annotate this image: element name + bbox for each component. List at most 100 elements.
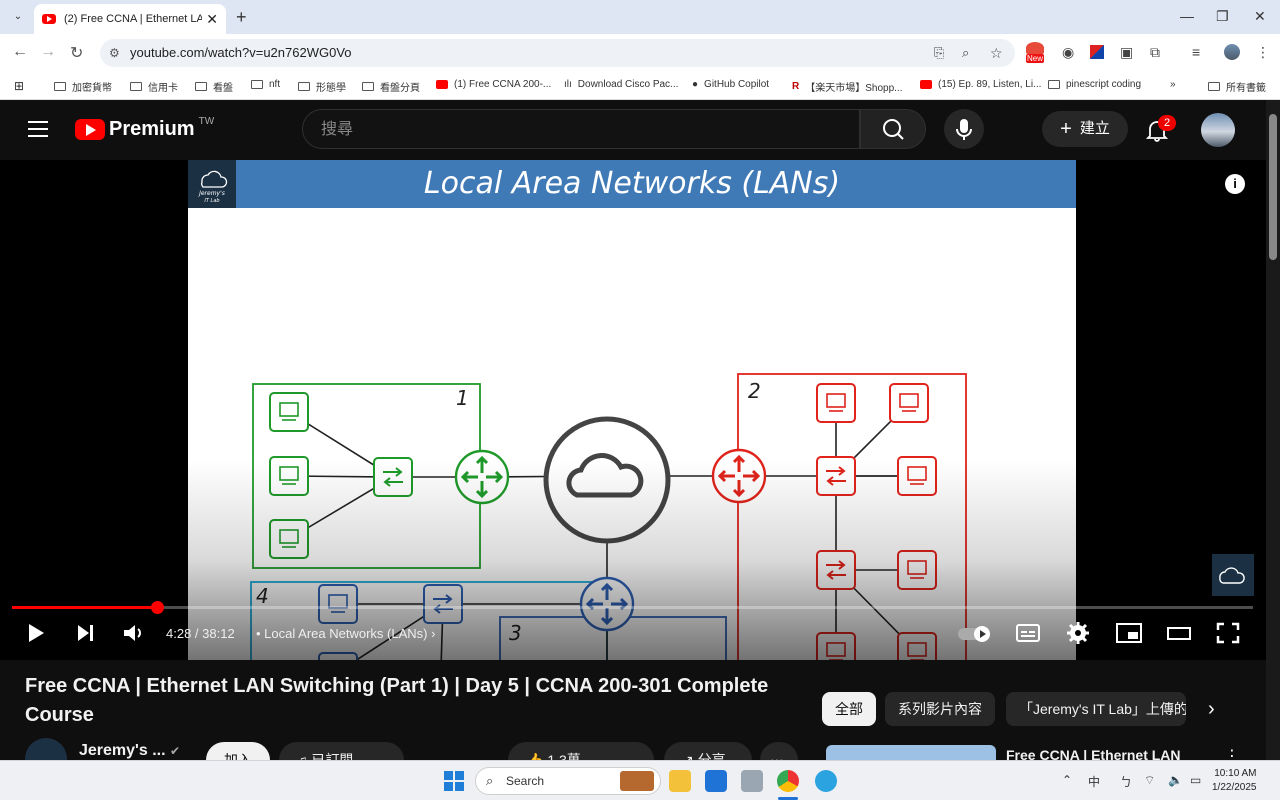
like-button[interactable]: 👍 1.3萬 (508, 742, 654, 760)
back-arrow-icon[interactable]: ← (12, 43, 28, 61)
new-tab-button[interactable]: + (236, 7, 247, 28)
bookmark-item[interactable]: (1) Free CCNA 200-... (436, 79, 551, 90)
system-clock[interactable]: 10:10 AM 1/22/2025 (1212, 767, 1257, 795)
profile-avatar[interactable] (1224, 44, 1240, 60)
file-explorer-icon[interactable] (669, 770, 691, 792)
volume-icon[interactable] (122, 622, 146, 644)
autoplay-toggle-icon[interactable] (958, 625, 992, 643)
search-button[interactable] (860, 109, 926, 149)
minimize-icon[interactable]: — (1180, 8, 1194, 24)
chip-channel-uploads[interactable]: 「Jeremy's IT Lab」上傳的 (1006, 692, 1186, 726)
theater-mode-icon[interactable] (1166, 622, 1192, 644)
extension-flag-icon[interactable] (1090, 45, 1104, 59)
share-button[interactable]: ↗ 分享 (664, 742, 752, 760)
bookmark-item[interactable]: 看盤分頁 (362, 79, 420, 94)
folder-icon (1048, 80, 1060, 89)
page-scrollbar[interactable] (1266, 100, 1280, 760)
extension-g-icon[interactable]: ◉ (1062, 44, 1074, 61)
video-player[interactable]: Jeremy's IT Lab Local Area Networks (LAN… (0, 160, 1266, 660)
media-controls-icon[interactable]: ≡ (1192, 44, 1200, 60)
battery-icon[interactable]: ▭ (1190, 773, 1201, 787)
bookmark-item[interactable]: pinescript coding (1048, 79, 1141, 90)
search-highlight-icon (620, 771, 654, 791)
account-avatar[interactable] (1201, 113, 1235, 147)
chrome-taskbar-icon[interactable] (777, 770, 799, 792)
youtube-header: Premium TW 搜尋 + 建立 2 (0, 100, 1280, 160)
search-icon (883, 119, 904, 140)
chapter-title-button[interactable]: • Local Area Networks (LANs) › (256, 626, 435, 641)
search-input[interactable]: 搜尋 (302, 109, 860, 149)
window-close-icon[interactable]: ✕ (1254, 8, 1266, 25)
cisco-icon: ılı (564, 79, 572, 90)
bookmark-item[interactable]: (15) Ep. 89, Listen, Li... (920, 79, 1041, 90)
extension-grey-icon[interactable]: ▣ (1120, 44, 1133, 61)
windows-start-icon[interactable] (444, 771, 464, 791)
join-button[interactable]: 加入 (206, 742, 270, 760)
restore-icon[interactable]: ❐ (1216, 8, 1229, 25)
chip-series[interactable]: 系列影片內容 (885, 692, 995, 726)
zoom-icon[interactable]: ⌕ (962, 39, 969, 67)
play-button-icon[interactable] (26, 622, 46, 644)
taskbar-search[interactable]: ⌕ Search (475, 767, 661, 795)
forward-arrow-icon[interactable]: → (40, 43, 56, 61)
rec-thumbnail[interactable] (826, 745, 996, 760)
rec-menu-icon[interactable]: ⋮ (1224, 746, 1240, 760)
rec-video-title[interactable]: Free CCNA | Ethernet LAN (1006, 747, 1181, 760)
bookmark-item[interactable]: 看盤 (195, 79, 233, 94)
app-blue-icon[interactable] (705, 770, 727, 792)
miniplayer-icon[interactable] (1116, 622, 1142, 644)
channel-avatar[interactable] (25, 738, 67, 760)
all-bookmarks[interactable]: 所有書籤 (1208, 79, 1266, 94)
voice-search-button[interactable] (944, 109, 984, 149)
bookmark-item[interactable]: ılı Download Cisco Pac... (564, 79, 678, 90)
chip-all[interactable]: 全部 (822, 692, 876, 726)
bookmark-item[interactable]: 形態學 (298, 79, 346, 94)
chrome-menu-icon[interactable]: ⋮ (1256, 44, 1270, 61)
folder-icon (1208, 82, 1220, 91)
bookmark-item[interactable]: 加密貨幣 (54, 79, 112, 94)
wifi-icon[interactable]: ⌔ (1144, 773, 1155, 788)
more-actions-button[interactable]: ⋯ (760, 742, 798, 760)
ime-mode-icon[interactable]: ㄅ (1120, 773, 1132, 790)
microphone-icon (956, 119, 972, 140)
speaker-icon[interactable]: 🔈 (1168, 773, 1183, 787)
app-grey-icon[interactable] (741, 770, 763, 792)
fullscreen-icon[interactable] (1216, 622, 1240, 644)
next-video-icon[interactable] (76, 622, 96, 644)
hamburger-menu-icon[interactable] (28, 121, 48, 137)
bookmark-item[interactable]: R 【楽天市場】Shopp... (792, 79, 903, 94)
apps-grid-icon[interactable]: ⊞ (14, 79, 24, 93)
install-app-icon[interactable]: ⎘ (934, 39, 944, 67)
bookmark-item[interactable]: 信用卡 (130, 79, 178, 94)
subtitles-icon[interactable] (1016, 622, 1040, 644)
channel-watermark[interactable] (1212, 554, 1254, 596)
bookmark-star-icon[interactable]: ☆ (990, 39, 1003, 67)
bookmark-item[interactable]: ● GitHub Copilot (692, 79, 769, 90)
create-button[interactable]: + 建立 (1042, 111, 1128, 147)
progress-bar[interactable] (12, 601, 1253, 614)
site-info-icon[interactable]: ⚙ (109, 39, 120, 67)
address-bar[interactable]: ⚙ youtube.com/watch?v=u2n762WG0Vo ⎘ ⌕ ☆ (100, 39, 1015, 67)
extension-new-icon[interactable]: New (1026, 42, 1048, 63)
reload-icon[interactable]: ↻ (70, 43, 83, 63)
folder-icon (195, 82, 207, 91)
channel-name[interactable]: Jeremy's ... ✔ (79, 742, 180, 760)
youtube-icon (920, 80, 932, 89)
bookmark-item[interactable]: nft (251, 79, 280, 90)
telegram-icon[interactable] (815, 770, 837, 792)
subscribed-button[interactable]: ♫ 已訂閱 ⌄ (279, 742, 404, 760)
settings-gear-icon[interactable] (1067, 622, 1089, 644)
pc-icon (269, 392, 309, 432)
tray-overflow-icon[interactable]: ⌃ (1062, 773, 1072, 787)
tab-search-button[interactable]: ⌄ (8, 8, 28, 26)
tab-close-icon[interactable]: ✕ (206, 11, 218, 28)
youtube-premium-logo[interactable]: Premium TW (75, 116, 214, 141)
bookmarks-overflow-icon[interactable]: » (1170, 79, 1176, 90)
chips-next-icon[interactable]: › (1208, 698, 1215, 721)
browser-tab-active[interactable]: (2) Free CCNA | Ethernet LAN S ✕ (34, 4, 226, 34)
info-icon[interactable]: i (1225, 174, 1245, 194)
time-display: 4:28 / 38:12 (166, 626, 235, 641)
ime-indicator[interactable]: 中 (1088, 773, 1100, 790)
scrollbar-thumb[interactable] (1269, 114, 1277, 260)
extensions-puzzle-icon[interactable]: ⧉ (1150, 44, 1160, 61)
